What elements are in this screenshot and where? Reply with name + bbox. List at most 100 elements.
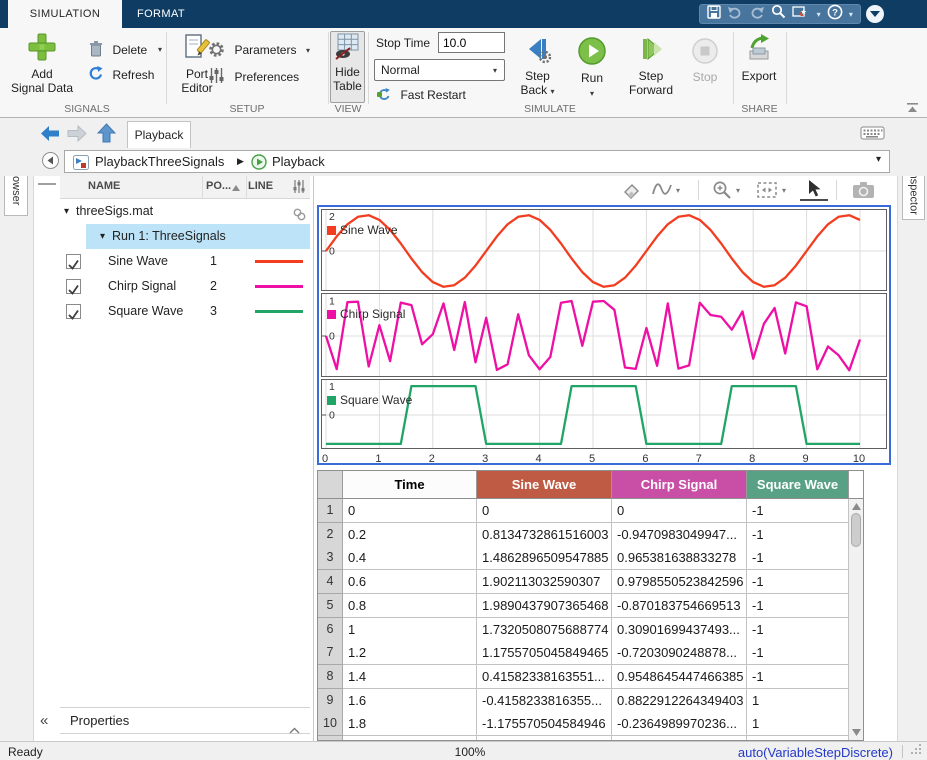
camera-icon[interactable] <box>852 181 875 204</box>
row-number[interactable]: 9 <box>318 689 343 713</box>
step-back-button[interactable]: StepBack ▾ <box>510 36 565 99</box>
column-header-port[interactable]: PO... <box>206 180 231 192</box>
table-row[interactable]: 30.41.48628965095478850.965381638833278-… <box>318 546 849 570</box>
signal-checkbox[interactable] <box>66 279 81 294</box>
table-cell[interactable]: 0.41582338163551... <box>477 665 612 689</box>
table-cell[interactable]: 0.8134732861516003 <box>477 523 612 547</box>
row-number[interactable]: 5 <box>318 594 343 618</box>
table-cell[interactable]: -0.4158233816355... <box>477 689 612 713</box>
signal-row[interactable]: Sine Wave1 <box>60 249 310 274</box>
table-cell[interactable]: -0.7203090248878... <box>612 641 747 665</box>
signal-wave-caret-icon[interactable]: ▾ <box>676 186 680 195</box>
table-cell[interactable]: -1 <box>747 594 849 618</box>
help-icon[interactable]: ? <box>827 4 843 25</box>
chevron-up-icon[interactable] <box>289 717 300 741</box>
table-cell[interactable]: -1 <box>747 523 849 547</box>
table-cell[interactable]: 0.8822912264349403 <box>612 689 747 713</box>
row-number[interactable]: 10 <box>318 712 343 736</box>
status-solver[interactable]: auto(VariableStepDiscrete) <box>738 745 893 760</box>
document-tab-playback[interactable]: Playback <box>127 121 191 148</box>
forward-icon[interactable] <box>66 125 87 147</box>
table-scrollbar[interactable] <box>848 499 863 740</box>
table-cell[interactable]: 1 <box>747 689 849 713</box>
table-header-time[interactable]: Time <box>343 471 477 499</box>
export-button[interactable]: Export <box>738 34 780 83</box>
data-table[interactable]: Square WaveChirp SignalSine WaveTime 100… <box>317 470 864 741</box>
tab-simulation[interactable]: SIMULATION <box>8 0 122 28</box>
fit-caret-icon[interactable]: ▾ <box>782 186 786 195</box>
subplot-square-wave[interactable]: 10Square Wave <box>321 379 887 449</box>
eraser-icon[interactable] <box>620 180 642 205</box>
table-cell[interactable]: -1 <box>747 665 849 689</box>
fit-to-view-icon[interactable] <box>756 181 778 204</box>
table-row[interactable]: 1000-1 <box>318 499 849 523</box>
keyboard-icon[interactable] <box>860 126 885 145</box>
table-cell[interactable]: 0.9798550523842596 <box>612 570 747 594</box>
expander-icon[interactable]: ▾ <box>100 224 105 249</box>
stop-time-input[interactable] <box>438 32 505 53</box>
sim-mode-select[interactable]: Normal▾ <box>374 59 505 81</box>
table-row[interactable]: 91.6-0.4158233816355...0.882291226434940… <box>318 689 849 713</box>
help-caret-icon[interactable]: ▾ <box>849 10 853 19</box>
table-cell[interactable]: -1 <box>747 570 849 594</box>
step-forward-button[interactable]: StepForward <box>622 36 680 97</box>
column-header-name[interactable]: NAME <box>88 180 120 192</box>
search-icon[interactable] <box>771 4 786 24</box>
delete-caret-icon[interactable]: ▾ <box>158 45 162 54</box>
table-cell[interactable]: 1.4 <box>343 665 477 689</box>
stop-button[interactable]: Stop <box>685 37 725 84</box>
preferences-button[interactable]: Preferences <box>208 67 299 86</box>
table-row[interactable]: 81.40.41582338163551...0.954864544746638… <box>318 665 849 689</box>
table-cell[interactable]: 1.2 <box>343 641 477 665</box>
table-cell[interactable]: -1 <box>747 641 849 665</box>
breadcrumb-model[interactable]: PlaybackThreeSignals <box>95 151 224 172</box>
table-header-blank[interactable] <box>849 471 864 499</box>
column-header-line[interactable]: LINE <box>248 180 273 192</box>
expander-icon[interactable]: ▾ <box>64 199 69 224</box>
row-number[interactable]: 7 <box>318 641 343 665</box>
table-cell[interactable]: -1 <box>747 618 849 642</box>
table-cell[interactable]: 0.6 <box>343 570 477 594</box>
table-cell[interactable]: 0 <box>612 499 747 523</box>
row-number[interactable]: 1 <box>318 499 343 523</box>
filter-sliders-icon[interactable] <box>292 179 306 197</box>
table-header-chirp-signal[interactable]: Chirp Signal <box>612 471 747 499</box>
subplot-sine-wave[interactable]: 20Sine Wave <box>321 209 887 291</box>
row-number[interactable]: 2 <box>318 523 343 547</box>
table-cell[interactable]: -1 <box>747 546 849 570</box>
file-row[interactable]: ▾ threeSigs.mat <box>60 199 310 224</box>
fast-restart-button[interactable]: Fast Restart <box>376 86 466 104</box>
table-cell[interactable]: -0.2364989970236... <box>612 712 747 736</box>
hide-table-button[interactable]: HideTable <box>330 31 365 103</box>
table-cell[interactable]: 1 <box>747 712 849 736</box>
table-cell[interactable]: 0.2 <box>343 523 477 547</box>
table-cell[interactable]: 0.4 <box>343 546 477 570</box>
tab-format[interactable]: FORMAT <box>122 0 200 28</box>
table-header-blank[interactable] <box>318 471 343 499</box>
row-number[interactable]: 4 <box>318 570 343 594</box>
table-cell[interactable]: -0.9470983049947... <box>612 523 747 547</box>
breadcrumb-caret-icon[interactable]: ▾ <box>876 149 881 170</box>
table-cell[interactable]: 0.965381638833278 <box>612 546 747 570</box>
delete-button[interactable]: Delete <box>88 40 147 59</box>
signal-checkbox[interactable] <box>66 304 81 319</box>
screenshot-caret-icon[interactable]: ▾ <box>817 10 821 19</box>
undo-icon[interactable] <box>727 5 743 24</box>
zoom-in-icon[interactable] <box>712 180 732 205</box>
collapse-breadcrumb-icon[interactable] <box>41 151 60 175</box>
parameters-button[interactable]: Parameters <box>208 41 296 59</box>
table-row[interactable]: 40.61.9021130325903070.9798550523842596-… <box>318 570 849 594</box>
run-button[interactable]: Run▾ <box>572 36 612 101</box>
collapse-ribbon-icon[interactable] <box>906 100 919 118</box>
table-cell[interactable]: 0.9548645447466385 <box>612 665 747 689</box>
table-cell[interactable]: -0.870183754669513 <box>612 594 747 618</box>
signal-checkbox[interactable] <box>66 254 81 269</box>
refresh-button[interactable]: Refresh <box>88 66 154 84</box>
table-cell[interactable]: 1.9890437907365468 <box>477 594 612 618</box>
back-icon[interactable] <box>40 125 61 147</box>
signal-row[interactable]: Chirp Signal2 <box>60 274 310 299</box>
plot-canvas[interactable]: 012345678910 20Sine Wave10Chirp Signal10… <box>317 205 891 465</box>
table-cell[interactable]: 1.6 <box>343 689 477 713</box>
table-row[interactable]: 50.81.9890437907365468-0.870183754669513… <box>318 594 849 618</box>
table-row[interactable]: 101.8-1.175570504584946-0.2364989970236.… <box>318 712 849 736</box>
